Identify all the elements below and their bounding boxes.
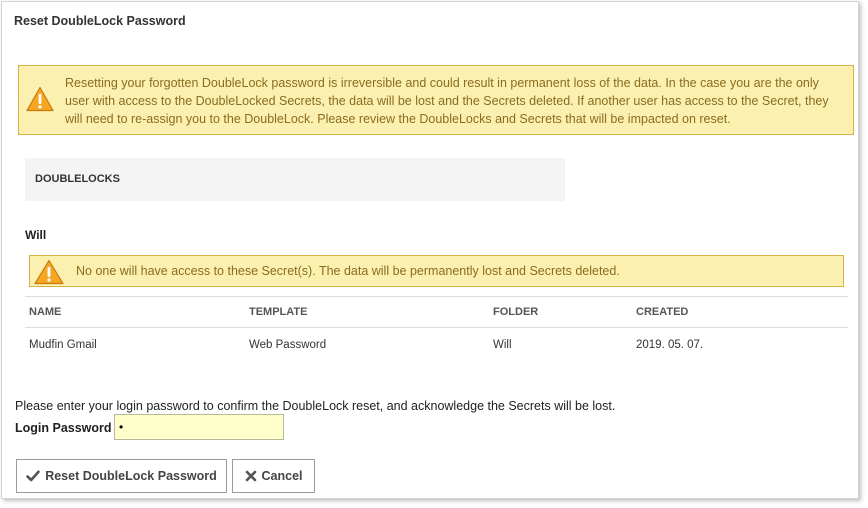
warning-triangle-icon bbox=[34, 259, 64, 290]
table-header-row: NAME TEMPLATE FOLDER CREATED bbox=[25, 296, 848, 328]
secret-name-cell[interactable]: Mudfin Gmail bbox=[25, 328, 245, 363]
column-header-created[interactable]: CREATED bbox=[632, 296, 848, 328]
secrets-table: NAME TEMPLATE FOLDER CREATED Mudfin Gmai… bbox=[25, 296, 848, 362]
column-header-template[interactable]: TEMPLATE bbox=[245, 296, 489, 328]
secret-folder-cell: Will bbox=[493, 339, 512, 351]
warning-triangle-icon bbox=[26, 86, 54, 117]
login-password-input[interactable] bbox=[114, 414, 284, 440]
confirm-instructions: Please enter your login password to conf… bbox=[15, 399, 616, 413]
doublelocks-heading: DOUBLELOCKS bbox=[25, 158, 565, 201]
group-warning-banner: No one will have access to these Secret(… bbox=[29, 255, 844, 287]
close-icon bbox=[245, 470, 257, 482]
secret-created-cell: 2019. 05. 07. bbox=[636, 339, 704, 351]
warning-text: Resetting your forgotten DoubleLock pass… bbox=[65, 76, 829, 126]
login-password-label: Login Password bbox=[15, 421, 112, 435]
secret-template-cell: Web Password bbox=[249, 339, 327, 351]
column-header-folder[interactable]: FOLDER bbox=[489, 296, 632, 328]
table-row[interactable]: Mudfin Gmail Web Password Will 2019. 05.… bbox=[25, 328, 848, 363]
reset-doublelock-dialog: Reset DoubleLock Password Resetting your… bbox=[1, 1, 859, 499]
cancel-button[interactable]: Cancel bbox=[232, 459, 315, 493]
warning-banner: Resetting your forgotten DoubleLock pass… bbox=[18, 65, 854, 135]
group-warning-text: No one will have access to these Secret(… bbox=[76, 264, 620, 278]
reset-doublelock-password-button[interactable]: Reset DoubleLock Password bbox=[16, 459, 227, 493]
column-header-name[interactable]: NAME bbox=[25, 296, 245, 328]
cancel-button-label: Cancel bbox=[261, 469, 303, 483]
check-icon bbox=[26, 470, 41, 482]
doublelock-group-title: Will bbox=[25, 228, 47, 242]
dialog-title: Reset DoubleLock Password bbox=[14, 14, 186, 28]
reset-button-label: Reset DoubleLock Password bbox=[45, 469, 217, 483]
